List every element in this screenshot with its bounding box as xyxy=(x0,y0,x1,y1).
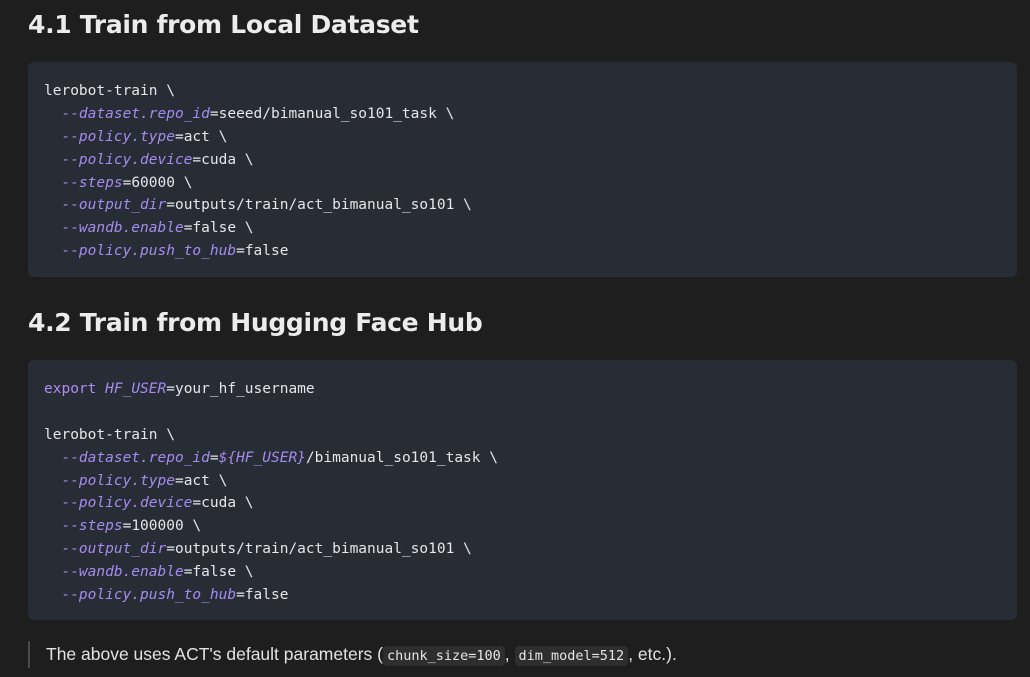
arg-flag: --policy.push_to_hub xyxy=(61,243,237,260)
arg-flag: --output_dir xyxy=(61,197,167,214)
env-var-name: HF_USER xyxy=(105,381,167,397)
arg-flag: --policy.push_to_hub xyxy=(61,587,237,604)
code-line-command: lerobot-train \ xyxy=(44,424,1001,447)
arg-eq: = xyxy=(166,541,175,558)
arg-eq: = xyxy=(122,174,132,191)
code-line-arg: --dataset.repo_id=${HF_USER}/bimanual_so… xyxy=(44,447,1001,470)
section-heading-hub: 4.2 Train from Hugging Face Hub xyxy=(28,308,483,337)
command-text: lerobot-train \ xyxy=(44,83,175,99)
arg-value: false \ xyxy=(192,564,254,581)
inline-code-dim-model: dim_model=512 xyxy=(514,646,629,666)
arg-eq: = xyxy=(192,151,202,168)
arg-flag: --dataset.repo_id xyxy=(61,449,210,466)
arg-flag: --steps xyxy=(61,518,123,535)
code-line-arg: --wandb.enable=false \ xyxy=(44,561,1001,584)
code-line-arg: --output_dir=outputs/train/act_bimanual_… xyxy=(44,538,1001,561)
inline-code-chunk-size: chunk_size=100 xyxy=(382,646,505,666)
arg-flag: --dataset.repo_id xyxy=(61,105,210,122)
export-value: your_hf_username xyxy=(174,381,315,397)
arg-value: false xyxy=(244,243,289,260)
note-separator: , xyxy=(504,644,515,664)
code-line-arg: --dataset.repo_id=seeed/bimanual_so101_t… xyxy=(44,103,1001,126)
arg-eq: = xyxy=(174,472,184,489)
arg-flag: --wandb.enable xyxy=(61,564,184,581)
arg-value: false xyxy=(244,587,289,604)
arg-eq: = xyxy=(236,243,245,260)
code-line-arg: --policy.type=act \ xyxy=(44,126,1001,149)
code-block-local-training[interactable]: lerobot-train \ --dataset.repo_id=seeed/… xyxy=(28,62,1017,277)
arg-eq: = xyxy=(174,128,184,145)
arg-eq: = xyxy=(236,587,245,604)
document-page: 4.1 Train from Local Dataset lerobot-tra… xyxy=(0,0,1030,677)
arg-value: 100000 \ xyxy=(131,518,202,535)
code-line-arg: --policy.push_to_hub=false xyxy=(44,584,1001,607)
code-block-hub-training[interactable]: export HF_USER=your_hf_username lerobot-… xyxy=(28,360,1017,620)
code-line-arg: --wandb.enable=false \ xyxy=(44,217,1001,240)
env-var-ref: ${HF_USER} xyxy=(218,449,306,466)
arg-value: cuda \ xyxy=(201,151,254,168)
arg-value: seeed/bimanual_so101_task \ xyxy=(218,105,455,122)
arg-flag: --policy.device xyxy=(61,495,193,512)
arg-value: outputs/train/act_bimanual_so101 \ xyxy=(174,197,472,214)
arg-flag: --steps xyxy=(61,174,123,191)
arg-value: cuda \ xyxy=(201,495,254,512)
export-keyword: export xyxy=(44,381,97,397)
arg-value: outputs/train/act_bimanual_so101 \ xyxy=(174,541,472,558)
arg-eq: = xyxy=(122,518,132,535)
code-line-arg: --policy.device=cuda \ xyxy=(44,492,1001,515)
code-line-arg: --policy.type=act \ xyxy=(44,470,1001,493)
code-line-arg: --policy.device=cuda \ xyxy=(44,149,1001,172)
note-text-suffix: , etc.). xyxy=(628,644,677,664)
arg-value: 60000 \ xyxy=(131,174,193,191)
arg-eq: = xyxy=(209,449,219,466)
code-line-arg: --steps=60000 \ xyxy=(44,172,1001,195)
export-eq: = xyxy=(166,381,175,397)
arg-flag: --policy.device xyxy=(61,151,193,168)
code-line-arg: --steps=100000 \ xyxy=(44,515,1001,538)
arg-value: act \ xyxy=(183,472,228,489)
arg-value: /bimanual_so101_task \ xyxy=(305,449,498,466)
arg-flag: --wandb.enable xyxy=(61,220,184,237)
code-line-arg: --policy.push_to_hub=false xyxy=(44,240,1001,263)
code-line-export: export HF_USER=your_hf_username xyxy=(44,378,1001,401)
arg-flag: --policy.type xyxy=(61,128,175,145)
arg-flag: --policy.type xyxy=(61,472,175,489)
arg-value: act \ xyxy=(183,128,228,145)
code-line-command: lerobot-train \ xyxy=(44,80,1001,103)
arg-eq: = xyxy=(209,105,219,122)
arg-value: false \ xyxy=(192,220,254,237)
code-line-arg: --output_dir=outputs/train/act_bimanual_… xyxy=(44,194,1001,217)
command-text: lerobot-train \ xyxy=(44,426,175,443)
note-blockquote: The above uses ACT's default parameters … xyxy=(28,641,677,668)
arg-eq: = xyxy=(192,495,202,512)
section-heading-local-dataset: 4.1 Train from Local Dataset xyxy=(28,10,419,39)
note-text-prefix: The above uses ACT's default parameters … xyxy=(46,644,383,664)
arg-eq: = xyxy=(166,197,175,214)
arg-flag: --output_dir xyxy=(61,541,167,558)
